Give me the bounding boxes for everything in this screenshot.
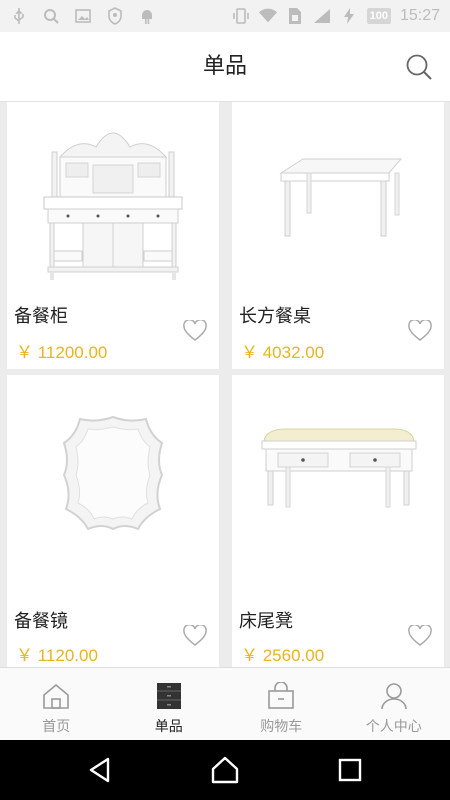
product-name: 备餐镜 bbox=[14, 611, 68, 632]
back-icon[interactable] bbox=[84, 754, 116, 786]
bench-image bbox=[261, 428, 416, 507]
app-header: 单品 bbox=[0, 32, 450, 102]
clock: 15:27 bbox=[399, 7, 440, 24]
product-name: 床尾凳 bbox=[239, 611, 293, 632]
tab-label: 首页 bbox=[42, 719, 71, 735]
android-icon bbox=[138, 7, 156, 25]
status-bar: 100 15:27 bbox=[0, 0, 450, 32]
product-price: ￥ 1120.00 bbox=[16, 646, 98, 665]
heart-icon[interactable] bbox=[408, 320, 432, 342]
page-title: 单品 bbox=[202, 54, 247, 79]
home-nav-icon[interactable] bbox=[209, 754, 241, 786]
tab-home[interactable]: 首页 bbox=[0, 668, 113, 740]
recent-apps-icon[interactable] bbox=[334, 754, 366, 786]
image-notification-icon bbox=[74, 7, 92, 25]
product-card[interactable]: 床尾凳 ￥ 2560.00 bbox=[232, 375, 444, 667]
tab-label: 单品 bbox=[154, 719, 183, 735]
mirror-image bbox=[62, 415, 164, 530]
tab-cart[interactable]: 购物车 bbox=[225, 668, 338, 740]
usb-icon bbox=[10, 7, 28, 25]
tab-label: 个人中心 bbox=[365, 719, 422, 735]
product-price: ￥ 2560.00 bbox=[241, 646, 325, 665]
system-nav-bar bbox=[0, 740, 450, 800]
vibrate-icon bbox=[232, 7, 250, 25]
tab-products[interactable]: 单品 bbox=[113, 668, 226, 740]
product-name: 长方餐桌 bbox=[239, 306, 311, 327]
heart-icon[interactable] bbox=[408, 625, 432, 647]
shield-icon bbox=[106, 7, 124, 25]
product-name: 备餐柜 bbox=[14, 306, 68, 327]
search-icon bbox=[406, 54, 432, 80]
cabinet-icon bbox=[156, 683, 181, 709]
product-image bbox=[232, 102, 444, 297]
search-button[interactable] bbox=[404, 52, 434, 82]
dining-table-image bbox=[279, 158, 403, 236]
wifi-icon bbox=[258, 7, 277, 25]
home-icon bbox=[43, 683, 70, 709]
tab-profile[interactable]: 个人中心 bbox=[338, 668, 450, 740]
product-card[interactable]: 备餐柜 ￥ 11200.00 bbox=[7, 102, 219, 369]
person-icon bbox=[380, 683, 407, 710]
product-image bbox=[232, 375, 444, 570]
product-image bbox=[7, 102, 219, 297]
sim-icon bbox=[286, 7, 304, 25]
bottom-tab-bar: 首页 单品 购物车 个人中心 bbox=[0, 667, 450, 740]
product-price: ￥ 4032.00 bbox=[241, 343, 325, 362]
status-system: 100 15:27 bbox=[232, 0, 440, 32]
product-price: ￥ 11200.00 bbox=[16, 343, 108, 362]
battery-level: 100 bbox=[366, 8, 391, 24]
charging-icon bbox=[340, 7, 358, 25]
signal-icon bbox=[313, 7, 331, 25]
product-image bbox=[7, 375, 219, 570]
tab-label: 购物车 bbox=[260, 719, 303, 735]
product-card[interactable]: 备餐镜 ￥ 1120.00 bbox=[7, 375, 219, 667]
product-card[interactable]: 长方餐桌 ￥ 4032.00 bbox=[232, 102, 444, 369]
product-grid: 备餐柜 ￥ 11200.00 长方餐桌 ￥ 4032.00 备餐镜 ￥ 1120… bbox=[0, 102, 450, 667]
shopping-bag-icon bbox=[268, 682, 295, 709]
heart-icon[interactable] bbox=[183, 320, 207, 342]
sideboard-image bbox=[43, 132, 183, 280]
status-notifications bbox=[10, 0, 156, 32]
heart-icon[interactable] bbox=[183, 625, 207, 647]
search-notification-icon bbox=[42, 7, 60, 25]
